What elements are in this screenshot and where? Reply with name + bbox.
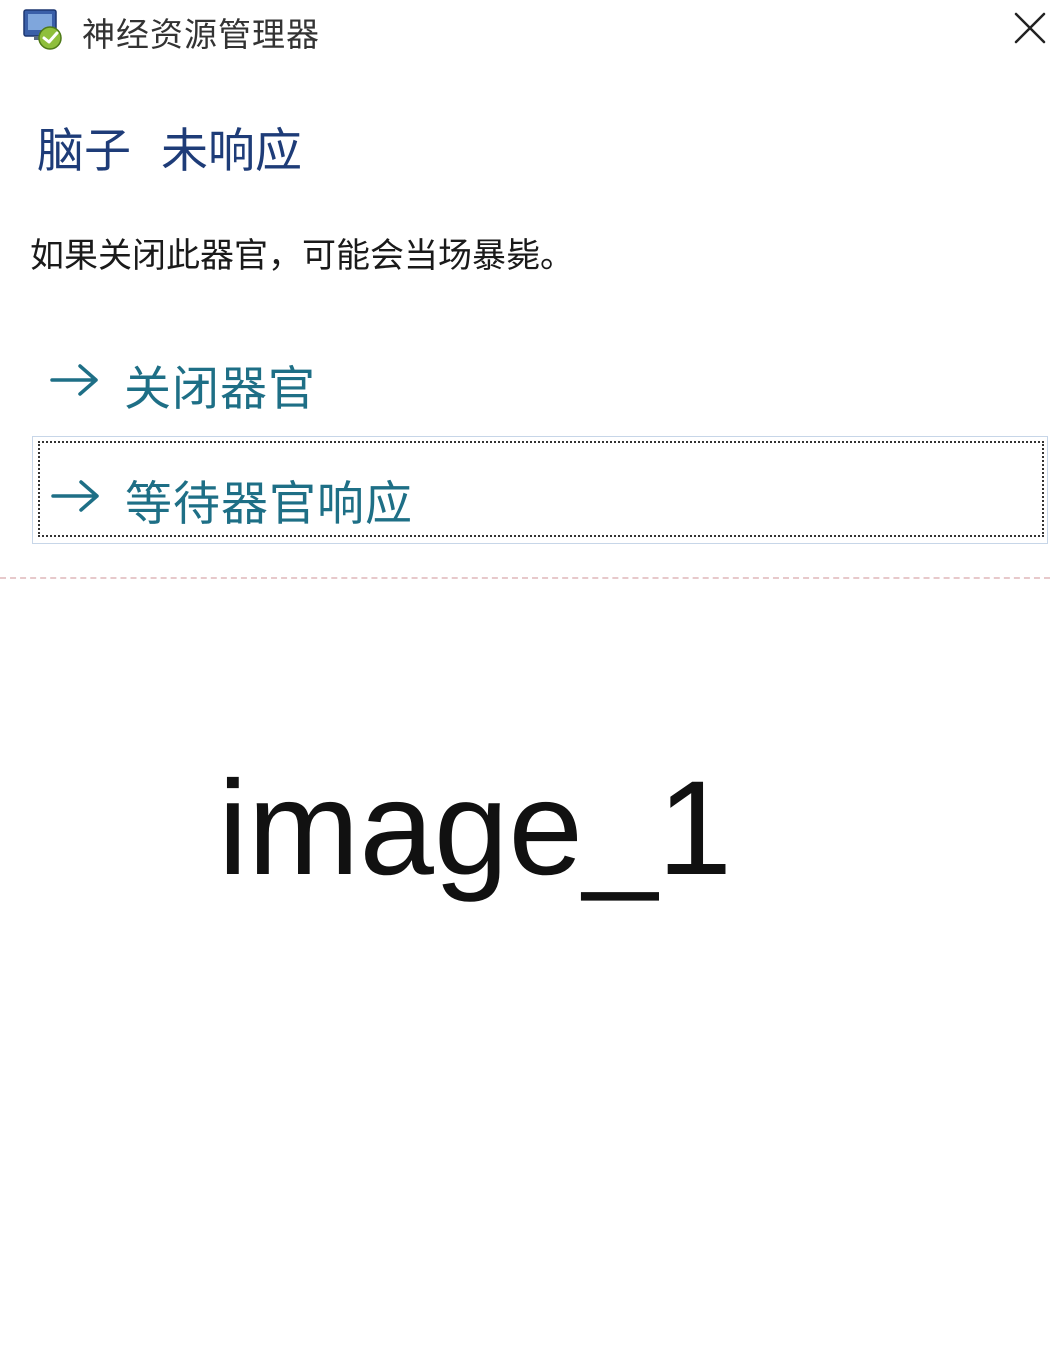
page: 神经资源管理器 脑子 未响应 如果关闭此器官，可能会当场暴毙。 关闭器官 等待器… bbox=[0, 0, 1050, 1364]
arrow-right-icon bbox=[48, 360, 102, 400]
close-organ-command-link[interactable]: 关闭器官 bbox=[32, 326, 1048, 434]
close-x-icon bbox=[1014, 12, 1046, 44]
command-link-label: 关闭器官 bbox=[124, 362, 316, 417]
dialog-content: 如果关闭此器官，可能会当场暴毙。 bbox=[30, 236, 574, 276]
not-responding-dialog: 神经资源管理器 脑子 未响应 如果关闭此器官，可能会当场暴毙。 关闭器官 等待器… bbox=[0, 0, 1050, 580]
window-title: 神经资源管理器 bbox=[82, 15, 320, 54]
main-instruction-subject: 脑子 bbox=[37, 124, 131, 179]
close-button[interactable] bbox=[1008, 6, 1050, 48]
command-link-label: 等待器官响应 bbox=[125, 477, 413, 532]
program-not-responding-icon bbox=[20, 6, 68, 54]
title-bar: 神经资源管理器 bbox=[0, 0, 1050, 58]
divider bbox=[0, 577, 1050, 579]
arrow-right-icon bbox=[49, 476, 103, 516]
main-instruction-status: 未响应 bbox=[161, 124, 302, 179]
main-instruction: 脑子 未响应 bbox=[37, 112, 302, 181]
image-caption: image_1 bbox=[218, 754, 733, 903]
wait-for-organ-command-link[interactable]: 等待器官响应 bbox=[32, 436, 1048, 544]
